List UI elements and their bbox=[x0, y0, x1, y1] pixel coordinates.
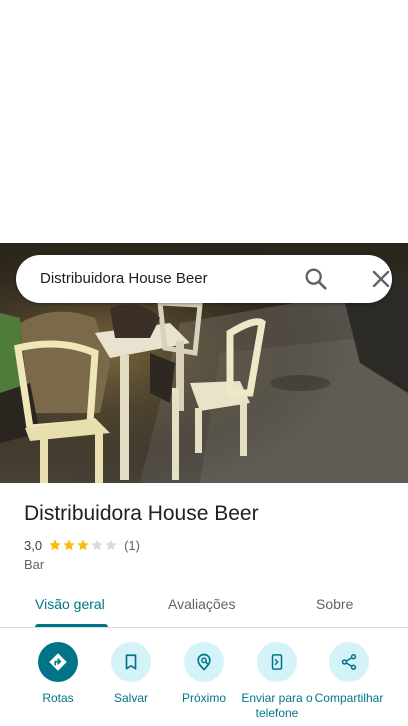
send-to-phone-label: Enviar para o telefone bbox=[241, 691, 313, 720]
rating-stars bbox=[48, 538, 118, 552]
share-button[interactable]: Compartilhar bbox=[313, 642, 385, 726]
directions-icon bbox=[38, 642, 78, 682]
close-icon[interactable] bbox=[367, 265, 395, 293]
send-to-phone-button[interactable]: Enviar para o telefone bbox=[241, 642, 313, 726]
share-label: Compartilhar bbox=[314, 691, 384, 705]
send-to-phone-icon bbox=[257, 642, 297, 682]
place-category[interactable]: Bar bbox=[24, 557, 44, 572]
tab-overview[interactable]: Visão geral bbox=[35, 596, 105, 612]
star-filled-icon bbox=[63, 539, 75, 551]
share-icon bbox=[329, 642, 369, 682]
rating-value: 3,0 bbox=[24, 537, 43, 553]
nearby-button[interactable]: Próximo bbox=[168, 642, 240, 726]
directions-button[interactable]: Rotas bbox=[22, 642, 94, 726]
tab-about[interactable]: Sobre bbox=[316, 596, 353, 612]
map-area-blank bbox=[0, 0, 408, 243]
search-input[interactable]: Distribuidora House Beer bbox=[40, 270, 208, 287]
nearby-label: Próximo bbox=[181, 691, 226, 705]
place-title: Distribuidora House Beer bbox=[24, 502, 259, 525]
review-count[interactable]: (1) bbox=[124, 538, 140, 553]
star-empty-icon bbox=[91, 539, 103, 551]
directions-label: Rotas bbox=[42, 691, 74, 705]
save-button[interactable]: Salvar bbox=[95, 642, 167, 726]
save-label: Salvar bbox=[113, 691, 148, 705]
star-empty-icon bbox=[105, 539, 117, 551]
bookmark-icon bbox=[111, 642, 151, 682]
active-tab-indicator bbox=[35, 624, 108, 627]
rating-row[interactable]: 3,0 (1) bbox=[24, 537, 140, 553]
tab-bar: Visão geral Avaliações Sobre bbox=[0, 586, 408, 628]
search-bar[interactable]: Distribuidora House Beer bbox=[16, 255, 392, 303]
star-filled-icon bbox=[77, 539, 89, 551]
search-icon[interactable] bbox=[302, 265, 330, 293]
star-filled-icon bbox=[49, 539, 61, 551]
nearby-icon bbox=[184, 642, 224, 682]
tab-reviews[interactable]: Avaliações bbox=[168, 596, 235, 612]
